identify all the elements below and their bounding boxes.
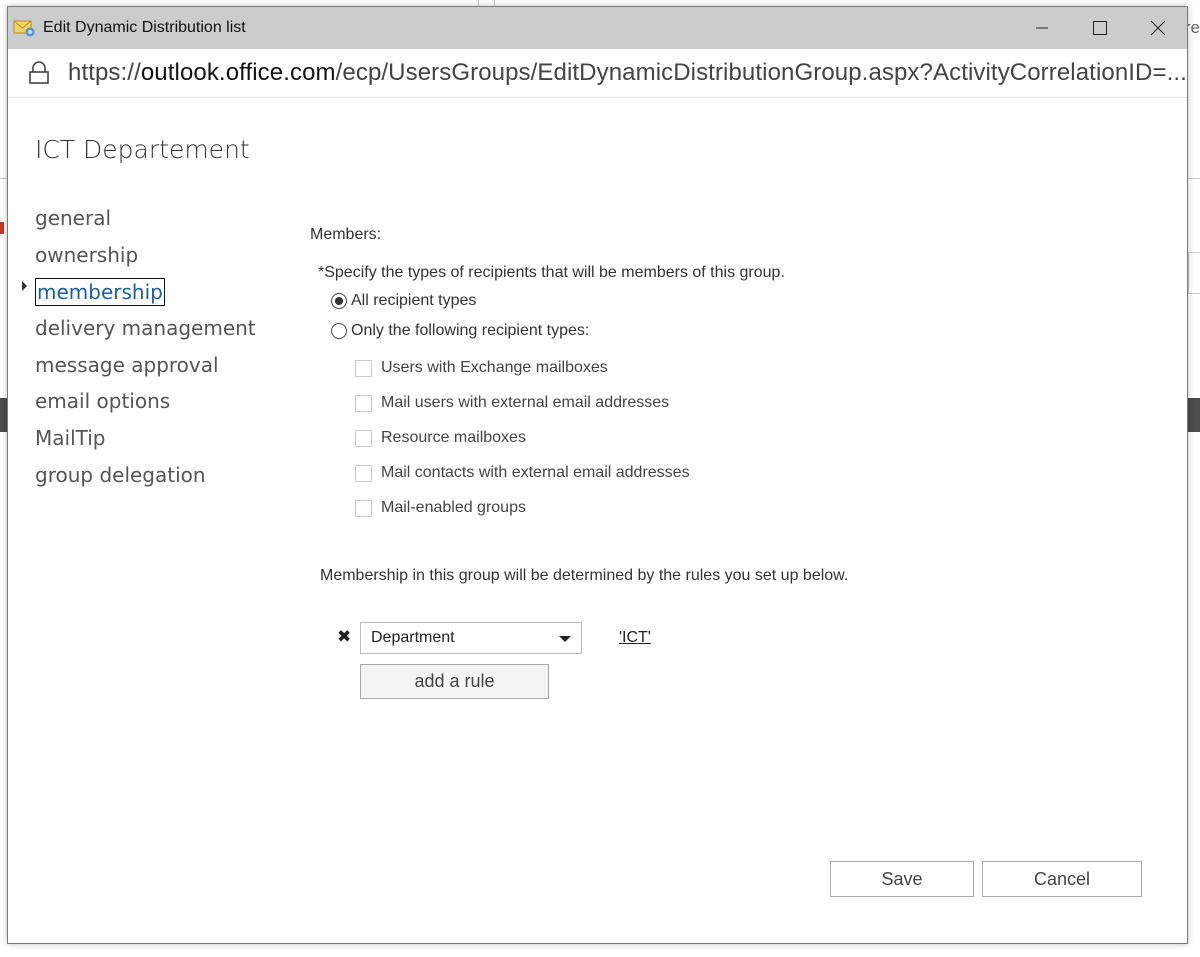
checkbox-users-exchange-mailboxes[interactable]: Users with Exchange mailboxes [355, 359, 608, 377]
nav-item-ownership[interactable]: ownership [35, 237, 256, 274]
checkbox[interactable] [355, 394, 372, 412]
rules-description: Membership in this group will be determi… [320, 567, 849, 584]
cancel-button[interactable]: Cancel [982, 861, 1142, 897]
section-nav: general ownership membership delivery ma… [22, 200, 256, 494]
window-controls [1013, 7, 1187, 49]
close-icon [1150, 20, 1166, 36]
url-text[interactable]: https://outlook.office.com/ecp/UsersGrou… [68, 59, 1187, 87]
background-accent [0, 222, 4, 234]
radio-label: All recipient types [351, 292, 477, 309]
lock-icon [29, 61, 49, 84]
nav-item-email-options[interactable]: email options [35, 383, 256, 420]
maximize-button[interactable] [1071, 7, 1129, 49]
checkbox-label: Mail-enabled groups [381, 499, 526, 516]
checkbox-label: Users with Exchange mailboxes [381, 359, 608, 376]
checkbox-mail-users-external[interactable]: Mail users with external email addresses [355, 394, 669, 412]
page-title: ICT Departement [35, 135, 250, 164]
nav-item-membership[interactable]: membership [35, 278, 165, 307]
checkbox-mail-enabled-groups[interactable]: Mail-enabled groups [355, 499, 526, 517]
dialog-window: Edit Dynamic Distribution list https://o… [7, 6, 1188, 944]
minimize-button[interactable] [1013, 7, 1071, 49]
url-host: outlook.office.com [140, 59, 336, 86]
title-bar[interactable]: Edit Dynamic Distribution list [8, 7, 1187, 49]
background-line [1188, 178, 1200, 179]
close-button[interactable] [1129, 7, 1187, 49]
remove-rule-icon[interactable]: ✖ [337, 627, 351, 647]
save-button[interactable]: Save [830, 861, 974, 897]
radio-label: Only the following recipient types: [351, 322, 590, 339]
checkbox[interactable] [355, 429, 372, 447]
nav-item-group-delegation[interactable]: group delegation [35, 457, 256, 494]
address-bar[interactable]: https://outlook.office.com/ecp/UsersGrou… [8, 49, 1187, 98]
nav-item-mailtip[interactable]: MailTip [35, 420, 256, 457]
rule-value-link[interactable]: 'ICT' [619, 629, 651, 647]
checkbox[interactable] [355, 359, 372, 377]
chevron-down-icon [559, 636, 571, 642]
window-title: Edit Dynamic Distribution list [43, 19, 246, 36]
checkbox-label: Mail users with external email addresses [381, 394, 670, 411]
dropdown-selected-value: Department [371, 629, 455, 646]
checkbox[interactable] [355, 464, 372, 482]
nav-item-membership-wrap: membership [22, 273, 256, 310]
radio-button[interactable] [331, 293, 347, 309]
nav-item-general[interactable]: general [35, 200, 256, 237]
nav-item-delivery-management[interactable]: delivery management [35, 310, 256, 347]
checkbox-label: Mail contacts with external email addres… [381, 464, 690, 481]
checkbox[interactable] [355, 499, 372, 517]
members-label: Members: [310, 226, 382, 243]
rule-attribute-dropdown[interactable]: Department [360, 622, 582, 654]
background-field [1188, 252, 1200, 294]
radio-all-recipient-types[interactable]: All recipient types [331, 292, 476, 310]
radio-only-following-types[interactable]: Only the following recipient types: [331, 322, 589, 340]
nav-item-message-approval[interactable]: message approval [35, 347, 256, 384]
radio-selected-dot [335, 297, 343, 305]
checkbox-mail-contacts-external[interactable]: Mail contacts with external email addres… [355, 464, 690, 482]
maximize-icon [1093, 21, 1107, 35]
background-bar [1188, 398, 1200, 432]
radio-button[interactable] [331, 323, 347, 339]
selected-arrow-icon [22, 281, 27, 292]
add-rule-button[interactable]: add a rule [360, 664, 549, 699]
checkbox-label: Resource mailboxes [381, 429, 526, 446]
specify-instructions: *Specify the types of recipients that wi… [318, 264, 785, 281]
checkbox-resource-mailboxes[interactable]: Resource mailboxes [355, 429, 526, 447]
url-path: /ecp/UsersGroups/EditDynamicDistribution… [335, 59, 1187, 86]
minimize-icon [1036, 27, 1048, 29]
mail-envelope-icon [13, 18, 37, 38]
url-scheme: https:// [68, 59, 141, 86]
